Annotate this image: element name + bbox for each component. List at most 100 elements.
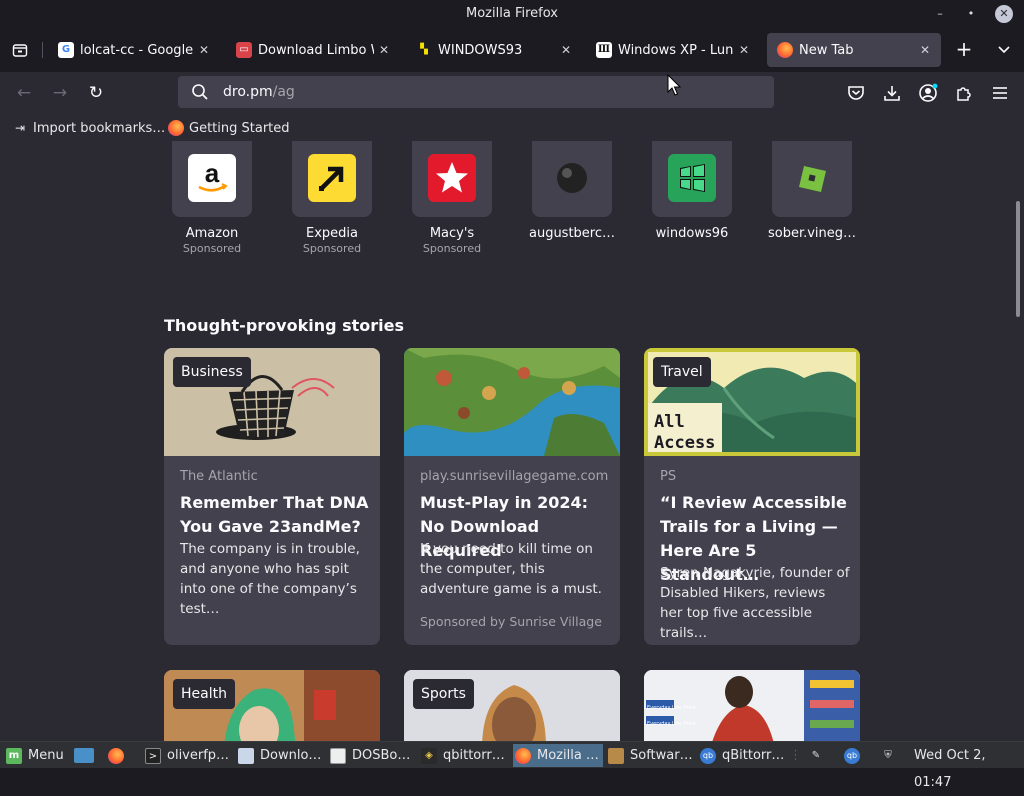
top-site-macys[interactable]: Macy's Sponsored <box>402 141 502 255</box>
story-card-sports[interactable]: Sports <box>404 670 620 741</box>
start-menu-button[interactable]: m Menu <box>6 744 64 767</box>
story-image: Health <box>164 670 380 741</box>
pen-icon: ✎ <box>811 749 821 761</box>
firefox-launcher[interactable] <box>108 744 130 767</box>
close-tab-icon[interactable]: ✕ <box>194 43 214 57</box>
story-category-badge: Sports <box>413 679 474 709</box>
downloads-icon[interactable] <box>878 79 906 107</box>
tab-windows93[interactable]: ▚ WINDOWS93 ✕ <box>406 33 582 67</box>
qbittorrent-icon: qb <box>700 747 716 764</box>
maximize-icon[interactable]: • <box>962 5 980 23</box>
taskbar-item-firefox[interactable]: Mozilla … <box>513 744 603 767</box>
story-card-sunrise-village[interactable]: play.sunrisevillagegame.com Must-Play in… <box>404 348 620 645</box>
windows93-icon: ▚ <box>416 42 432 58</box>
firefox-icon <box>108 747 124 764</box>
clock[interactable]: Wed Oct 2, 01:47 <box>914 742 1024 796</box>
taskbar-item-label: oliverfp… <box>167 748 230 763</box>
story-image: Business <box>164 348 380 456</box>
taskbar-item-software[interactable]: Softwar… <box>608 744 696 767</box>
tray-pen-icon[interactable]: ✎ <box>808 744 830 767</box>
tab-groups-icon[interactable] <box>6 36 34 64</box>
top-site-expedia[interactable]: Expedia Sponsored <box>282 141 382 255</box>
top-site-name: augustberc… <box>528 226 616 241</box>
top-site-tile <box>532 141 612 217</box>
story-excerpt: The company is in trouble, and anyone wh… <box>180 541 360 617</box>
top-site-windows96[interactable]: windows96 <box>642 141 742 241</box>
new-tab-icon[interactable]: + <box>950 36 978 64</box>
firefox-window: Mozilla Firefox – • ✕ G lolcat-cc - Goog… <box>0 0 1024 741</box>
qbittorrent-icon: qb <box>844 747 860 764</box>
forward-arrow-icon[interactable]: → <box>46 79 74 107</box>
url-bar[interactable]: dro.pm/ag <box>178 76 774 108</box>
expedia-icon <box>308 154 356 202</box>
tab-title: WINDOWS93 <box>438 42 523 58</box>
taskbar-item-label: qBittorr… <box>722 748 785 763</box>
image-caption-line: Everyday Low Price <box>647 705 696 711</box>
tab-new-tab[interactable]: New Tab ✕ <box>767 33 941 67</box>
top-site-tile <box>772 141 852 217</box>
taskbar-item-downloads[interactable]: Downlo… <box>238 744 326 767</box>
back-arrow-icon[interactable]: ← <box>10 79 38 107</box>
tab-limbo[interactable]: ▭ Download Limbo Wi ✕ <box>226 33 400 67</box>
bookmark-getting-started[interactable]: Getting Started <box>168 118 290 138</box>
top-site-tile <box>412 141 492 217</box>
windows96-icon <box>668 154 716 202</box>
story-excerpt: Syren Nagakyrie, founder of Disabled Hik… <box>660 565 850 641</box>
tab-title: Download Limbo Wi <box>258 42 374 58</box>
scrollbar-thumb[interactable] <box>1016 201 1020 317</box>
roblox-icon <box>788 154 836 202</box>
story-card-health[interactable]: Health <box>164 670 380 741</box>
tab-lolcat-box[interactable]: G lolcat-cc - Google Se ✕ <box>48 33 220 67</box>
mouse-cursor-icon <box>667 74 682 96</box>
top-site-name: Amazon <box>185 226 239 241</box>
story-card-dna[interactable]: Business The Atlantic Remember That DNA … <box>164 348 380 645</box>
story-card-accessible-trails[interactable]: Travel All Access PS “I Review Accessibl… <box>644 348 860 645</box>
bookmarks-toolbar: ⇥ Import bookmarks… Getting Started <box>0 114 1024 141</box>
account-icon[interactable] <box>914 79 942 107</box>
close-tab-icon[interactable]: ✕ <box>374 43 394 57</box>
taskbar-item-terminal[interactable]: > oliverfp… <box>145 744 233 767</box>
top-site-name: sober.vineg… <box>767 226 857 241</box>
taskbar-item-label: Softwar… <box>630 748 693 763</box>
tray-qbittorrent[interactable]: qb <box>844 744 866 767</box>
top-site-sober-vineg[interactable]: sober.vineg… <box>762 141 862 241</box>
desktop-icon <box>74 748 94 763</box>
close-tab-icon[interactable]: ✕ <box>734 43 754 57</box>
list-all-tabs-icon[interactable] <box>990 36 1018 64</box>
taskbar-item-dosbox[interactable]: DOSBo… <box>330 744 416 767</box>
menu-hamburger-icon[interactable] <box>986 79 1014 107</box>
tab-windows-xp[interactable]: Ⅲ Windows XP - Luna T ✕ <box>586 33 760 67</box>
top-site-augustberc[interactable]: augustberc… <box>522 141 622 241</box>
package-icon <box>608 747 624 764</box>
image-caption-line: Everyday Low Price <box>647 721 696 727</box>
story-card-store[interactable]: Everyday Low Price Everyday Low Price <box>644 670 860 741</box>
close-tab-icon[interactable]: ✕ <box>915 43 935 57</box>
story-image: Sports <box>404 670 620 741</box>
story-publisher: play.sunrisevillagegame.com <box>420 469 609 484</box>
url-text[interactable]: dro.pm/ag <box>223 76 295 108</box>
top-site-tile <box>652 141 732 217</box>
pocket-icon[interactable] <box>842 79 870 107</box>
taskbar-separator: ⋮ <box>790 744 796 767</box>
taskbar-item-qbittorrent-2[interactable]: qb qBittorr… <box>700 744 788 767</box>
firefox-icon <box>515 747 531 764</box>
taskbar-item-qbittorrent[interactable]: ◈ qbittorr… <box>421 744 509 767</box>
qbittorrent-icon: ◈ <box>421 747 437 764</box>
taskbar-item-label: qbittorr… <box>443 748 505 763</box>
close-tab-icon[interactable]: ✕ <box>556 43 576 57</box>
mint-menu-icon: m <box>6 747 22 764</box>
story-publisher: PS <box>660 469 677 484</box>
extensions-icon[interactable] <box>950 79 978 107</box>
close-window-icon[interactable]: ✕ <box>995 5 1013 23</box>
navigation-toolbar: ← → ↻ dro.pm/ag <box>0 72 1024 114</box>
new-tab-page: a Amazon Sponsored Expedia Sponsored Mac… <box>0 141 1024 741</box>
bookmark-import[interactable]: ⇥ Import bookmarks… <box>12 118 165 138</box>
reload-icon[interactable]: ↻ <box>82 79 110 107</box>
show-desktop-launcher[interactable] <box>74 744 100 767</box>
top-site-amazon[interactable]: a Amazon Sponsored <box>162 141 262 255</box>
menu-label: Menu <box>28 748 64 763</box>
tray-shield[interactable]: ⛨ <box>880 744 902 767</box>
top-site-tile <box>292 141 372 217</box>
minimize-icon[interactable]: – <box>931 5 949 23</box>
story-category-badge: Business <box>173 357 251 387</box>
